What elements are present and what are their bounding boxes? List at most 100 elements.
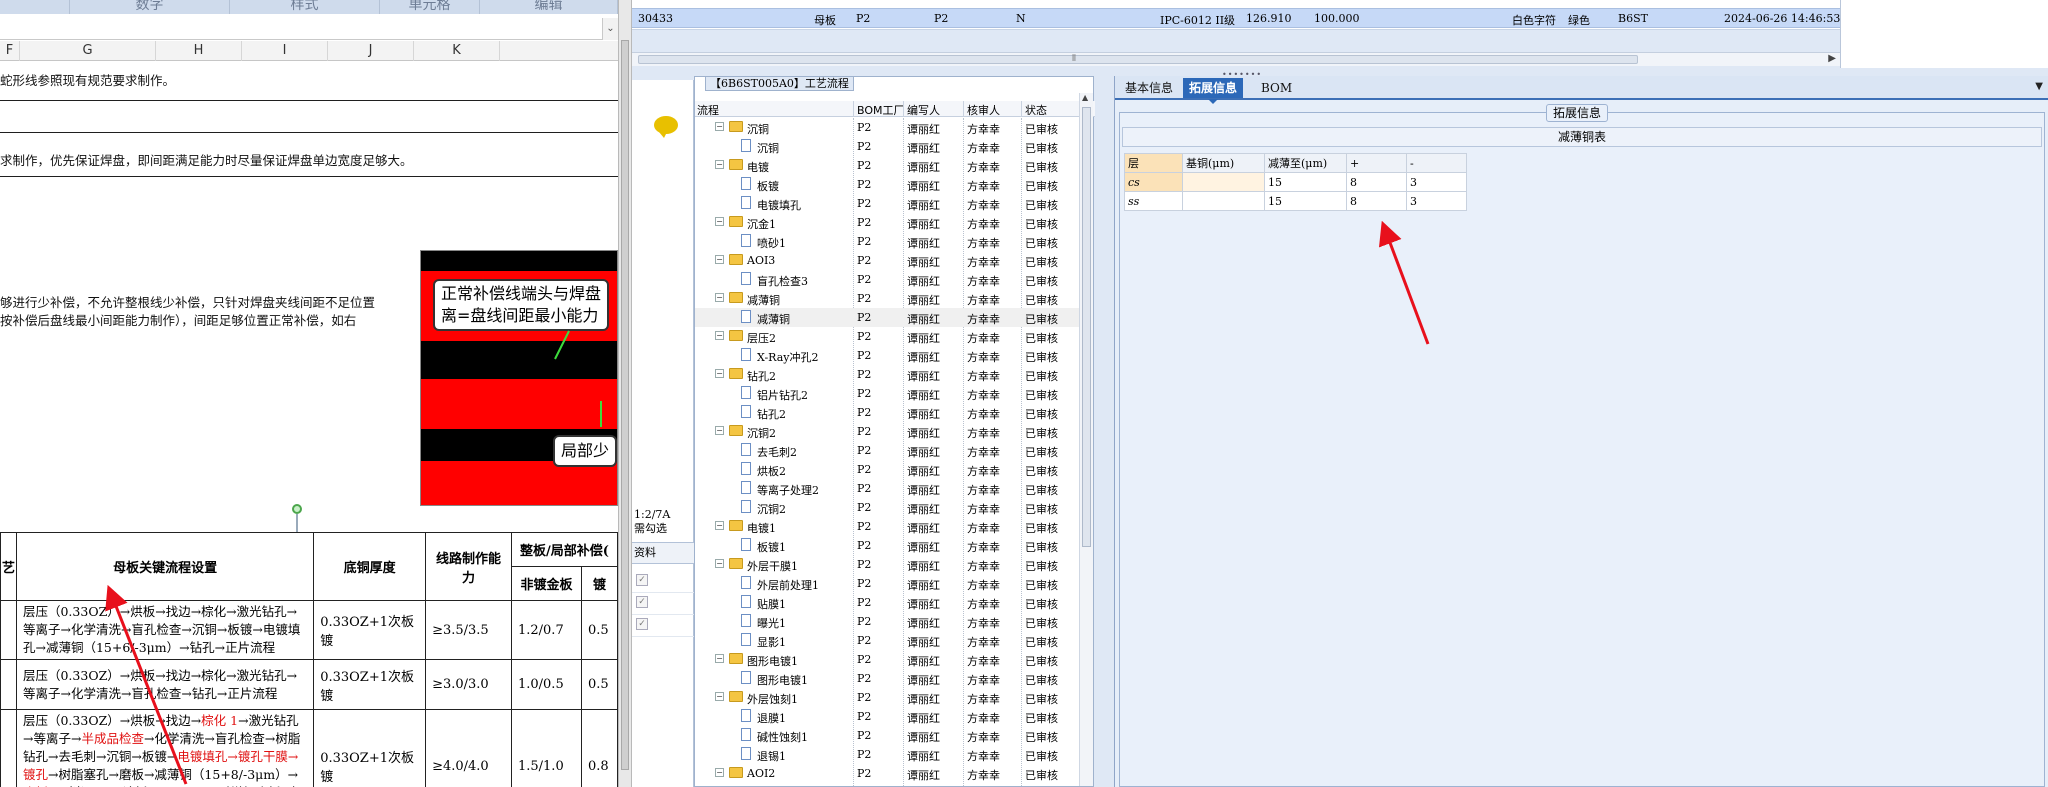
column-divider[interactable] xyxy=(903,101,904,117)
tree-row[interactable]: X-Ray冲孔2 P2 谭丽红 方幸幸 已审核 xyxy=(695,346,1079,365)
ribbon-group-edit[interactable]: 编辑 xyxy=(480,0,618,14)
chat-bubble-icon[interactable] xyxy=(654,116,678,138)
collapse-toggle-icon[interactable]: − xyxy=(715,559,724,568)
tree-row[interactable]: 外层前处理1 P2 谭丽红 方幸幸 已审核 xyxy=(695,574,1079,593)
tree-row[interactable]: 等离子处理2 P2 谭丽红 方幸幸 已审核 xyxy=(695,479,1079,498)
selected-grid-row[interactable]: 30433 母板 P2 P2 N IPC-6012 II级 126.910 10… xyxy=(632,8,1840,28)
grid-horizontal-scrollbar[interactable]: ⦀ ▶ xyxy=(632,52,1840,66)
tree-row[interactable]: 钻孔2 P2 谭丽红 方幸幸 已审核 xyxy=(695,403,1079,422)
tab-basic-info[interactable]: 基本信息 xyxy=(1119,78,1179,98)
cell-base-copper[interactable] xyxy=(1182,191,1265,211)
tree-row[interactable]: − 沉铜2 P2 谭丽红 方幸幸 已审核 xyxy=(695,422,1079,441)
tree-row[interactable]: − 电镀 P2 谭丽红 方幸幸 已审核 xyxy=(695,156,1079,175)
formula-bar[interactable]: ⌄ xyxy=(0,18,618,40)
collapse-toggle-icon[interactable]: − xyxy=(715,255,724,264)
header-process[interactable]: 流程 xyxy=(697,102,719,118)
tree-row[interactable]: 退膜1 P2 谭丽红 方幸幸 已审核 xyxy=(695,707,1079,726)
column-header-j[interactable]: J xyxy=(328,41,414,61)
tree-row[interactable]: − 电镀1 P2 谭丽红 方幸幸 已审核 xyxy=(695,517,1079,536)
ribbon-group-cells[interactable]: 单元格 xyxy=(380,0,480,14)
tree-row[interactable]: − 钻孔2 P2 谭丽红 方幸幸 已审核 xyxy=(695,365,1079,384)
cell-plus[interactable]: 8 xyxy=(1346,191,1407,211)
collapse-toggle-icon[interactable]: − xyxy=(715,293,724,302)
tree-row[interactable]: 铝片钻孔2 P2 谭丽红 方幸幸 已审核 xyxy=(695,384,1079,403)
column-divider[interactable] xyxy=(963,101,964,117)
col-minus[interactable]: - xyxy=(1406,153,1467,173)
col-plus[interactable]: + xyxy=(1346,153,1407,173)
cell-layer[interactable]: ss xyxy=(1124,191,1183,211)
collapse-toggle-icon[interactable]: − xyxy=(715,521,724,530)
header-status[interactable]: 状态 xyxy=(1025,102,1047,118)
chevron-down-icon[interactable]: ▼ xyxy=(2035,81,2043,92)
tree-row[interactable]: 沉铜 P2 谭丽红 方幸幸 已审核 xyxy=(695,137,1079,156)
column-header-i[interactable]: I xyxy=(242,41,328,61)
tree-row[interactable]: 贴膜1 P2 谭丽红 方幸幸 已审核 xyxy=(695,593,1079,612)
tree-row[interactable]: 图形电镀1 P2 谭丽红 方幸幸 已审核 xyxy=(695,669,1079,688)
tree-row[interactable]: − 沉金1 P2 谭丽红 方幸幸 已审核 xyxy=(695,213,1079,232)
tab-bom[interactable]: BOM xyxy=(1255,78,1298,98)
tree-row[interactable]: 板镀 P2 谭丽红 方幸幸 已审核 xyxy=(695,175,1079,194)
col-base-copper[interactable]: 基铜(μm) xyxy=(1182,153,1265,173)
column-header-k[interactable]: K xyxy=(414,41,500,61)
collapse-toggle-icon[interactable]: − xyxy=(715,426,724,435)
column-header-f[interactable]: F xyxy=(0,41,20,61)
table-row[interactable]: ss 15 8 3 xyxy=(1124,191,1467,211)
cell-thin-to[interactable]: 15 xyxy=(1264,172,1347,192)
doc-vertical-scrollbar[interactable] xyxy=(618,0,632,787)
collapse-toggle-icon[interactable]: − xyxy=(715,768,724,777)
checkbox-icon[interactable]: ✓ xyxy=(636,574,648,586)
cell-thin-to[interactable]: 15 xyxy=(1264,191,1347,211)
collapse-toggle-icon[interactable]: − xyxy=(715,654,724,663)
tree-row[interactable]: 沉铜2 P2 谭丽红 方幸幸 已审核 xyxy=(695,498,1079,517)
table-row[interactable]: cs 15 8 3 xyxy=(1124,172,1467,192)
cell-layer[interactable]: cs xyxy=(1124,172,1183,192)
tree-row[interactable]: 显影1 P2 谭丽红 方幸幸 已审核 xyxy=(695,631,1079,650)
header-bom[interactable]: BOM工厂 xyxy=(857,102,905,118)
cell-plus[interactable]: 8 xyxy=(1346,172,1407,192)
tree-row[interactable]: 曝光1 P2 谭丽红 方幸幸 已审核 xyxy=(695,612,1079,631)
scroll-right-icon[interactable]: ▶ xyxy=(1828,53,1836,64)
ribbon-group-style[interactable]: 样式 xyxy=(230,0,380,14)
cell-minus[interactable]: 3 xyxy=(1406,191,1467,211)
tree-row[interactable]: 去毛刺2 P2 谭丽红 方幸幸 已审核 xyxy=(695,441,1079,460)
ribbon-group-number[interactable]: 数字 xyxy=(70,0,230,14)
column-header-h[interactable]: H xyxy=(156,41,242,61)
header-reviewer[interactable]: 核审人 xyxy=(967,102,1000,118)
tree-row[interactable]: 减薄铜 P2 谭丽红 方幸幸 已审核 xyxy=(695,308,1079,327)
tree-row[interactable]: − 外层干膜1 P2 谭丽红 方幸幸 已审核 xyxy=(695,555,1079,574)
tree-row[interactable]: 碱性蚀刻1 P2 谭丽红 方幸幸 已审核 xyxy=(695,726,1079,745)
collapse-toggle-icon[interactable]: − xyxy=(715,160,724,169)
col-thin-to[interactable]: 减薄至(μm) xyxy=(1264,153,1347,173)
scrollbar-thumb[interactable] xyxy=(621,40,629,770)
tree-row[interactable]: 盲孔检查3 P2 谭丽红 方幸幸 已审核 xyxy=(695,270,1079,289)
column-divider[interactable] xyxy=(1021,101,1022,117)
tree-row[interactable]: − 层压2 P2 谭丽红 方幸幸 已审核 xyxy=(695,327,1079,346)
collapse-toggle-icon[interactable]: − xyxy=(715,217,724,226)
tree-vertical-scrollbar[interactable]: ▲ xyxy=(1079,93,1093,786)
tab-extended-info[interactable]: 拓展信息 xyxy=(1183,78,1244,104)
column-header-g[interactable]: G xyxy=(20,41,156,61)
tree-row[interactable]: − AOI2 P2 谭丽红 方幸幸 已审核 xyxy=(695,764,1079,783)
tree-row[interactable]: − AOI3 P2 谭丽红 方幸幸 已审核 xyxy=(695,251,1079,270)
collapse-toggle-icon[interactable]: − xyxy=(715,692,724,701)
scrollbar-thumb[interactable] xyxy=(638,55,1638,64)
tree-row[interactable]: 喷砂1 P2 谭丽红 方幸幸 已审核 xyxy=(695,232,1079,251)
tree-row[interactable]: − 减薄铜 P2 谭丽红 方幸幸 已审核 xyxy=(695,289,1079,308)
collapse-toggle-icon[interactable]: − xyxy=(715,369,724,378)
tree-row[interactable]: − 图形电镀1 P2 谭丽红 方幸幸 已审核 xyxy=(695,650,1079,669)
tree-row[interactable]: 电镀填孔 P2 谭丽红 方幸幸 已审核 xyxy=(695,194,1079,213)
scroll-up-icon[interactable]: ▲ xyxy=(1082,93,1088,102)
cell-base-copper[interactable] xyxy=(1182,172,1265,192)
cell-minus[interactable]: 3 xyxy=(1406,172,1467,192)
tree-row[interactable]: 板镀1 P2 谭丽红 方幸幸 已审核 xyxy=(695,536,1079,555)
header-writer[interactable]: 编写人 xyxy=(907,102,940,118)
checkbox-icon[interactable]: ✓ xyxy=(636,596,648,608)
tree-row[interactable]: − 外层蚀刻1 P2 谭丽红 方幸幸 已审核 xyxy=(695,688,1079,707)
tree-row[interactable]: 退锡1 P2 谭丽红 方幸幸 已审核 xyxy=(695,745,1079,764)
collapse-toggle-icon[interactable]: − xyxy=(715,122,724,131)
tree-row[interactable]: − 沉铜 P2 谭丽红 方幸幸 已审核 xyxy=(695,118,1079,137)
formula-expand-icon[interactable]: ⌄ xyxy=(602,18,618,40)
sheet-area[interactable]: 蛇形线参照现有规范要求制作。 求制作，优先保证焊盘，即间距满足能力时尽量保证焊盘… xyxy=(0,62,618,787)
pcb-illustration[interactable]: 正常补偿线端头与焊盘 离=盘线间距最小能力 局部少 xyxy=(420,250,618,506)
checkbox-icon[interactable]: ✓ xyxy=(636,618,648,630)
